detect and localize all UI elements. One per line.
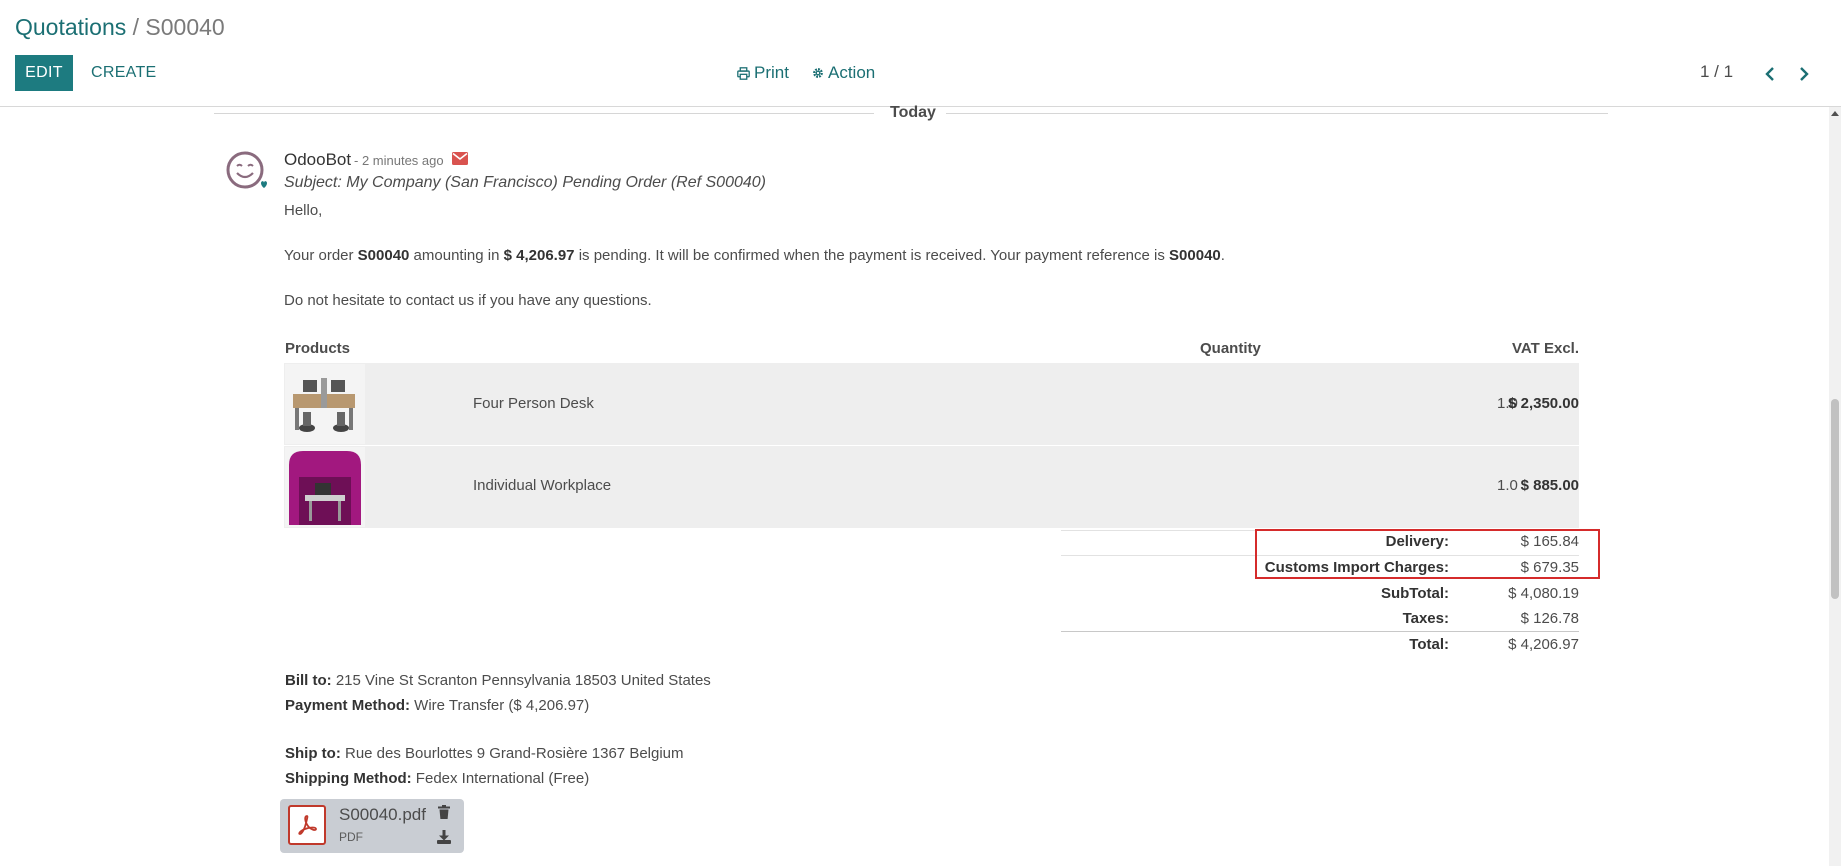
odoobot-avatar[interactable]	[225, 150, 269, 194]
subtotal-label: SubTotal:	[1380, 585, 1449, 602]
total-label: Total:	[1409, 636, 1449, 653]
ship-to-label: Ship to:	[285, 745, 341, 762]
body-text-1: Your order	[284, 247, 358, 264]
quantity-header: Quantity	[1200, 340, 1261, 357]
product-quantity: 1.0	[1497, 477, 1518, 494]
body-payment-ref: S00040	[1169, 247, 1221, 264]
message-type-indicator	[452, 152, 468, 169]
breadcrumb-quotations-link[interactable]: Quotations	[15, 14, 126, 40]
attachment-card[interactable]: S00040.pdf PDF	[280, 799, 464, 853]
totals-divider	[1061, 631, 1579, 632]
scrollbar-thumb[interactable]	[1831, 399, 1839, 599]
breadcrumb-current: S00040	[145, 14, 225, 40]
attachment-name[interactable]: S00040.pdf	[339, 805, 426, 825]
message-author[interactable]: OdooBot	[284, 150, 351, 170]
scroll-up-arrow[interactable]	[1831, 111, 1839, 116]
product-price: $ 2,350.00	[1508, 395, 1579, 412]
pager-value[interactable]: 1 / 1	[1700, 62, 1733, 82]
date-separator-line-left	[214, 113, 874, 114]
bill-to-label: Bill to:	[285, 672, 332, 689]
body-amount: $ 4,206.97	[503, 247, 575, 264]
ship-to-line: Ship to: Rue des Bourlottes 9 Grand-Rosi…	[285, 745, 684, 762]
body-text-2: amounting in	[409, 247, 504, 264]
create-button[interactable]: CREATE	[91, 55, 157, 91]
taxes-value: $ 126.78	[1520, 610, 1579, 627]
odoobot-avatar-icon	[226, 151, 267, 189]
subtotal-value: $ 4,080.19	[1508, 585, 1579, 602]
print-label: Print	[754, 63, 789, 82]
product-price: $ 885.00	[1520, 477, 1579, 494]
breadcrumb: Quotations / S00040	[15, 14, 225, 41]
control-panel: Quotations / S00040 EDIT CREATE Print Ac…	[0, 0, 1841, 107]
attachment-delete-button[interactable]	[438, 805, 450, 823]
print-button[interactable]: Print	[737, 60, 789, 86]
ship-to-value: Rue des Bourlottes 9 Grand-Rosière 1367 …	[340, 745, 684, 762]
attachment-thumbnail[interactable]	[288, 805, 326, 845]
bill-to-line: Bill to: 215 Vine St Scranton Pennsylvan…	[285, 672, 711, 689]
scrollbar[interactable]	[1829, 107, 1841, 866]
message-subject: Subject: My Company (San Francisco) Pend…	[284, 174, 766, 191]
payment-method-line: Payment Method: Wire Transfer ($ 4,206.9…	[285, 697, 589, 714]
payment-method-value: Wire Transfer ($ 4,206.97)	[410, 697, 590, 714]
gear-icon	[813, 68, 823, 78]
table-row: Individual Workplace 1.0 $ 885.00	[284, 446, 1579, 528]
body-text-4: .	[1220, 247, 1225, 264]
product-name: Four Person Desk	[473, 395, 594, 412]
chevron-left-icon	[1765, 67, 1774, 81]
bill-to-value: 215 Vine St Scranton Pennsylvania 18503 …	[331, 672, 711, 689]
action-button[interactable]: Action	[812, 60, 875, 86]
four-person-desk-image	[285, 364, 365, 444]
table-row: Four Person Desk 1.0 $ 2,350.00	[284, 363, 1579, 445]
message-body: Your order S00040 amounting in $ 4,206.9…	[284, 247, 1225, 264]
date-separator-label: Today	[890, 104, 936, 121]
message-greeting: Hello,	[284, 202, 323, 219]
download-icon	[437, 830, 451, 844]
payment-method-label: Payment Method:	[285, 697, 411, 714]
envelope-icon	[452, 152, 468, 165]
trash-icon	[438, 805, 450, 819]
individual-workplace-image	[285, 447, 365, 527]
body-order-ref: S00040	[357, 247, 410, 264]
shipping-method-value: Fedex International (Free)	[411, 770, 590, 787]
price-header: VAT Excl.	[1512, 340, 1579, 357]
highlight-box	[1255, 529, 1600, 579]
pager-previous-button[interactable]	[1759, 62, 1781, 86]
action-label: Action	[828, 63, 876, 82]
body-text-3: is pending. It will be confirmed when th…	[574, 247, 1170, 264]
pager-next-button[interactable]	[1793, 62, 1815, 86]
breadcrumb-separator: /	[126, 14, 146, 40]
product-name: Individual Workplace	[473, 477, 612, 494]
taxes-label: Taxes:	[1402, 610, 1449, 627]
message-closing: Do not hesitate to contact us if you hav…	[284, 292, 652, 309]
total-value: $ 4,206.97	[1508, 636, 1579, 653]
edit-button[interactable]: EDIT	[15, 55, 73, 91]
chevron-right-icon	[1800, 67, 1809, 81]
message-time: - 2 minutes ago	[354, 153, 444, 168]
date-separator-line-right	[946, 113, 1608, 114]
shipping-method-line: Shipping Method: Fedex International (Fr…	[285, 770, 589, 787]
print-icon	[737, 66, 750, 80]
attachment-download-button[interactable]	[437, 830, 451, 848]
pdf-icon	[298, 815, 317, 835]
attachment-type: PDF	[339, 830, 363, 844]
products-header: Products	[285, 340, 351, 357]
shipping-method-label: Shipping Method:	[285, 770, 412, 787]
